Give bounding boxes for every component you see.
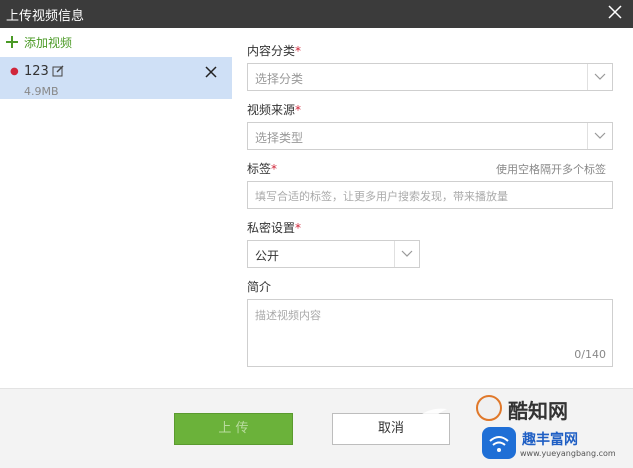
video-size: 4.9MB xyxy=(24,85,59,98)
tags-placeholder: 填写合适的标签，让更多用户搜索发现，带来播放量 xyxy=(255,190,508,203)
add-video-button[interactable]: 添加视频 xyxy=(6,34,72,51)
upload-button[interactable]: 上 传 xyxy=(174,413,293,445)
intro-placeholder: 描述视频内容 xyxy=(255,309,321,322)
remove-video-icon[interactable] xyxy=(205,66,217,78)
category-select-value: 选择分类 xyxy=(255,72,304,86)
video-name: 123 xyxy=(24,64,49,79)
chevron-down-icon xyxy=(587,123,612,149)
chevron-down-icon xyxy=(587,64,612,90)
close-icon[interactable] xyxy=(607,4,623,20)
watermark-brand: 酷知网 xyxy=(508,399,568,423)
watermark-url: www.yueyangbang.com xyxy=(520,449,616,458)
add-video-label: 添加视频 xyxy=(24,36,73,50)
source-select-value: 选择类型 xyxy=(255,131,304,145)
watermark-logo-icon xyxy=(476,395,502,421)
source-select[interactable]: 选择类型 xyxy=(247,122,613,150)
privacy-select[interactable]: 公开 xyxy=(247,240,420,268)
watermark-swirl-icon xyxy=(403,408,447,444)
dialog-footer: 上 传 取消 酷知网 趣丰富网 www.yueyangbang.com xyxy=(0,388,633,468)
watermark-wifi-icon xyxy=(482,427,516,459)
intro-char-count: 0/140 xyxy=(574,348,606,361)
video-list-panel: 添加视频 ● 123 4.9MB xyxy=(0,28,232,388)
category-select[interactable]: 选择分类 xyxy=(247,63,613,91)
intro-label: 简介 xyxy=(247,280,272,294)
tags-input[interactable]: 填写合适的标签，让更多用户搜索发现，带来播放量 xyxy=(247,181,613,209)
dialog-title-bar: 上传视频信息 xyxy=(0,0,633,28)
unsaved-dot-icon: ● xyxy=(10,66,19,77)
privacy-label: 私密设置* xyxy=(247,221,302,235)
plus-icon xyxy=(6,36,18,48)
video-list-item[interactable]: ● 123 4.9MB xyxy=(0,57,232,99)
edit-icon[interactable] xyxy=(52,65,64,77)
chevron-down-icon xyxy=(394,241,419,267)
privacy-select-value: 公开 xyxy=(255,249,280,263)
source-label: 视频来源* xyxy=(247,103,302,117)
intro-textarea[interactable]: 描述视频内容 0/140 xyxy=(247,299,613,367)
watermark-brand-2: 趣丰富网 xyxy=(522,432,578,448)
tags-hint: 使用空格隔开多个标签 xyxy=(496,163,606,176)
tags-label: 标签* xyxy=(247,162,278,176)
dialog-title: 上传视频信息 xyxy=(6,9,85,24)
category-label: 内容分类* xyxy=(247,44,302,58)
